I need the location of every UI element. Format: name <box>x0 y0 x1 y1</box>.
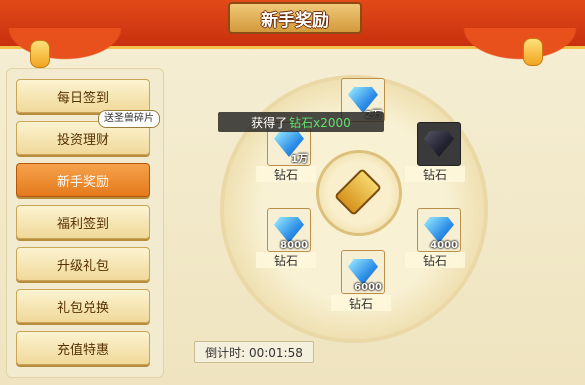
reward-qty: 8000 <box>280 240 308 251</box>
sidebar-item-daily-checkin[interactable]: 每日签到 <box>16 79 150 113</box>
reward-label: 钻石 <box>331 295 391 311</box>
lantern-icon <box>30 40 50 68</box>
reward-label: 钻石 <box>405 252 465 268</box>
reward-toast: 获得了 钻石x2000 <box>218 112 384 132</box>
drape-decoration <box>455 28 585 64</box>
drape-decoration <box>0 28 130 64</box>
sidebar-item-recharge-offer[interactable]: 充值特惠 <box>16 331 150 365</box>
reward-label: 钻石 <box>256 166 316 182</box>
sidebar-tooltip: 送圣兽碎片 <box>98 110 160 128</box>
toast-prefix: 获得了 <box>251 115 288 130</box>
reward-label: 钻石 <box>256 252 316 268</box>
toast-highlight: 钻石x2000 <box>289 115 351 130</box>
reward-slot-received[interactable] <box>417 122 461 166</box>
reward-slot[interactable]: 4000 <box>417 208 461 252</box>
reward-qty: 4000 <box>430 240 458 251</box>
sidebar-item-newbie-reward[interactable]: 新手奖励 <box>16 163 150 197</box>
sidebar-item-gift-redeem[interactable]: 礼包兑换 <box>16 289 150 323</box>
sidebar-item-level-gift[interactable]: 升级礼包 <box>16 247 150 281</box>
reward-qty: 1万 <box>291 154 308 165</box>
diamond-icon <box>424 131 454 157</box>
reward-label: 钻石 <box>405 166 465 182</box>
lantern-icon <box>523 38 543 66</box>
reward-slot[interactable]: 8000 <box>267 208 311 252</box>
reward-slot[interactable]: 6000 <box>341 250 385 294</box>
sidebar-item-welfare-checkin[interactable]: 福利签到 <box>16 205 150 239</box>
page-title: 新手奖励 <box>261 10 329 31</box>
title-plate: 新手奖励 <box>228 2 362 34</box>
countdown-timer: 倒计时: 00:01:58 <box>194 341 314 363</box>
reward-qty: 6000 <box>354 282 382 293</box>
